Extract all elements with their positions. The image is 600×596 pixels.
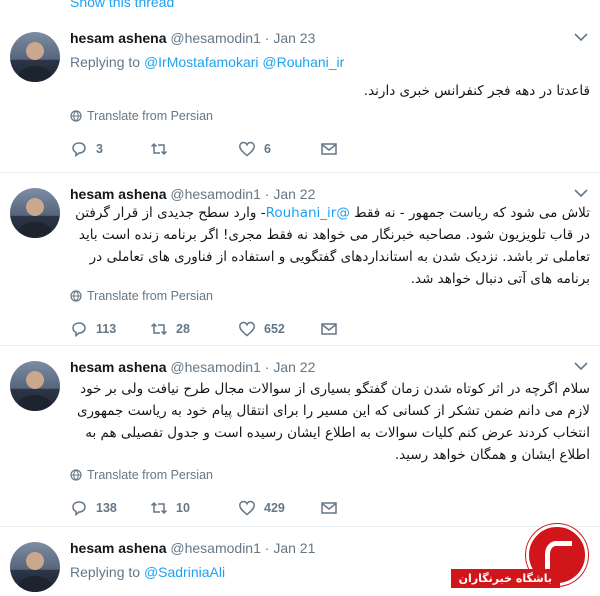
- tweet-date[interactable]: · Jan 23: [265, 30, 316, 46]
- retweet-count: 28: [176, 322, 190, 336]
- retweet-icon: [150, 142, 168, 156]
- like-count: 652: [264, 322, 285, 336]
- reply-count: 138: [96, 501, 117, 515]
- chevron-down-icon[interactable]: [574, 32, 588, 42]
- globe-icon: [70, 110, 82, 122]
- heart-icon: [239, 141, 255, 157]
- tweet-text: قاعدتا در دهه فجر کنفرانس خبری دارند.: [363, 83, 590, 99]
- watermark-logo: باشگاه خبرنگاران: [450, 524, 598, 594]
- tweet-actions: 113 28 652: [70, 320, 370, 340]
- envelope-icon: [321, 502, 337, 514]
- replying-to-link[interactable]: @SadriniaAli: [144, 564, 225, 580]
- like-button[interactable]: 429: [238, 499, 285, 517]
- tweet-header: hesam ashena @hesamodin1 · Jan 22: [70, 359, 315, 375]
- reply-button[interactable]: 113: [70, 320, 116, 338]
- tweet-date[interactable]: · Jan 22: [265, 186, 316, 202]
- message-button[interactable]: [320, 499, 338, 517]
- translate-link[interactable]: Translate from Persian: [70, 289, 213, 303]
- tweet-text: سلام اگرچه در اثر کوتاه شدن زمان گفتگو ب…: [76, 381, 590, 463]
- globe-icon: [70, 290, 82, 302]
- retweet-button[interactable]: 10: [150, 499, 190, 517]
- message-button[interactable]: [320, 140, 338, 158]
- heart-icon: [239, 321, 255, 337]
- reply-icon: [72, 501, 86, 517]
- retweet-button[interactable]: [150, 140, 176, 158]
- user-handle[interactable]: @hesamodin1: [170, 30, 261, 46]
- reply-count: 3: [96, 142, 103, 156]
- message-button[interactable]: [320, 320, 338, 338]
- chevron-down-icon[interactable]: [574, 361, 588, 371]
- display-name[interactable]: hesam ashena: [70, 186, 167, 202]
- envelope-icon: [321, 323, 337, 335]
- tweet-text: تلاش می شود که ریاست جمهور - نه فقط @Rou…: [75, 205, 590, 287]
- display-name[interactable]: hesam ashena: [70, 359, 167, 375]
- retweet-icon: [150, 322, 168, 336]
- translate-link[interactable]: Translate from Persian: [70, 468, 213, 482]
- reply-button[interactable]: 138: [70, 499, 117, 517]
- tweet-header: hesam ashena @hesamodin1 · Jan 22: [70, 186, 315, 202]
- tweet-date[interactable]: · Jan 21: [265, 540, 316, 556]
- tweet[interactable]: hesam ashena @hesamodin1 · Jan 22 تلاش م…: [0, 174, 600, 346]
- avatar[interactable]: [10, 188, 60, 238]
- envelope-icon: [321, 143, 337, 155]
- display-name[interactable]: hesam ashena: [70, 30, 167, 46]
- mention-link[interactable]: @Rouhani_ir: [266, 205, 350, 221]
- like-button[interactable]: 6: [238, 140, 271, 158]
- chevron-down-icon[interactable]: [574, 188, 588, 198]
- reply-icon: [72, 142, 86, 158]
- avatar[interactable]: [10, 542, 60, 592]
- user-handle[interactable]: @hesamodin1: [170, 359, 261, 375]
- tweet-actions: 138 10 429: [70, 499, 370, 519]
- reply-count: 113: [96, 322, 117, 336]
- tweet-actions: 3 6: [70, 140, 370, 160]
- replying-to: Replying to @IrMostafamokari @Rouhani_ir: [70, 54, 345, 70]
- user-handle[interactable]: @hesamodin1: [170, 540, 261, 556]
- display-name[interactable]: hesam ashena: [70, 540, 167, 556]
- tweet[interactable]: hesam ashena @hesamodin1 · Jan 22 سلام ا…: [0, 347, 600, 527]
- reply-button[interactable]: 3: [70, 140, 103, 158]
- tweet-header: hesam ashena @hesamodin1 · Jan 21: [70, 540, 315, 556]
- retweet-count: 10: [176, 501, 190, 515]
- tweet-header: hesam ashena @hesamodin1 · Jan 23: [70, 30, 315, 46]
- retweet-icon: [150, 501, 168, 515]
- watermark-text: باشگاه خبرنگاران: [450, 569, 560, 588]
- replying-to-link[interactable]: @IrMostafamokari @Rouhani_ir: [144, 54, 344, 70]
- like-count: 429: [264, 501, 285, 515]
- tweet[interactable]: hesam ashena @hesamodin1 · Jan 23 Replyi…: [0, 18, 600, 173]
- show-thread-link[interactable]: Show this thread: [70, 0, 174, 10]
- like-button[interactable]: 652: [238, 320, 285, 338]
- user-handle[interactable]: @hesamodin1: [170, 186, 261, 202]
- reply-icon: [72, 322, 86, 338]
- retweet-button[interactable]: 28: [150, 320, 190, 338]
- heart-icon: [239, 500, 255, 516]
- replying-to: Replying to @SadriniaAli: [70, 564, 226, 580]
- tweet-date[interactable]: · Jan 22: [265, 359, 316, 375]
- like-count: 6: [264, 142, 271, 156]
- translate-link[interactable]: Translate from Persian: [70, 109, 213, 123]
- avatar[interactable]: [10, 32, 60, 82]
- avatar[interactable]: [10, 361, 60, 411]
- globe-icon: [70, 469, 82, 481]
